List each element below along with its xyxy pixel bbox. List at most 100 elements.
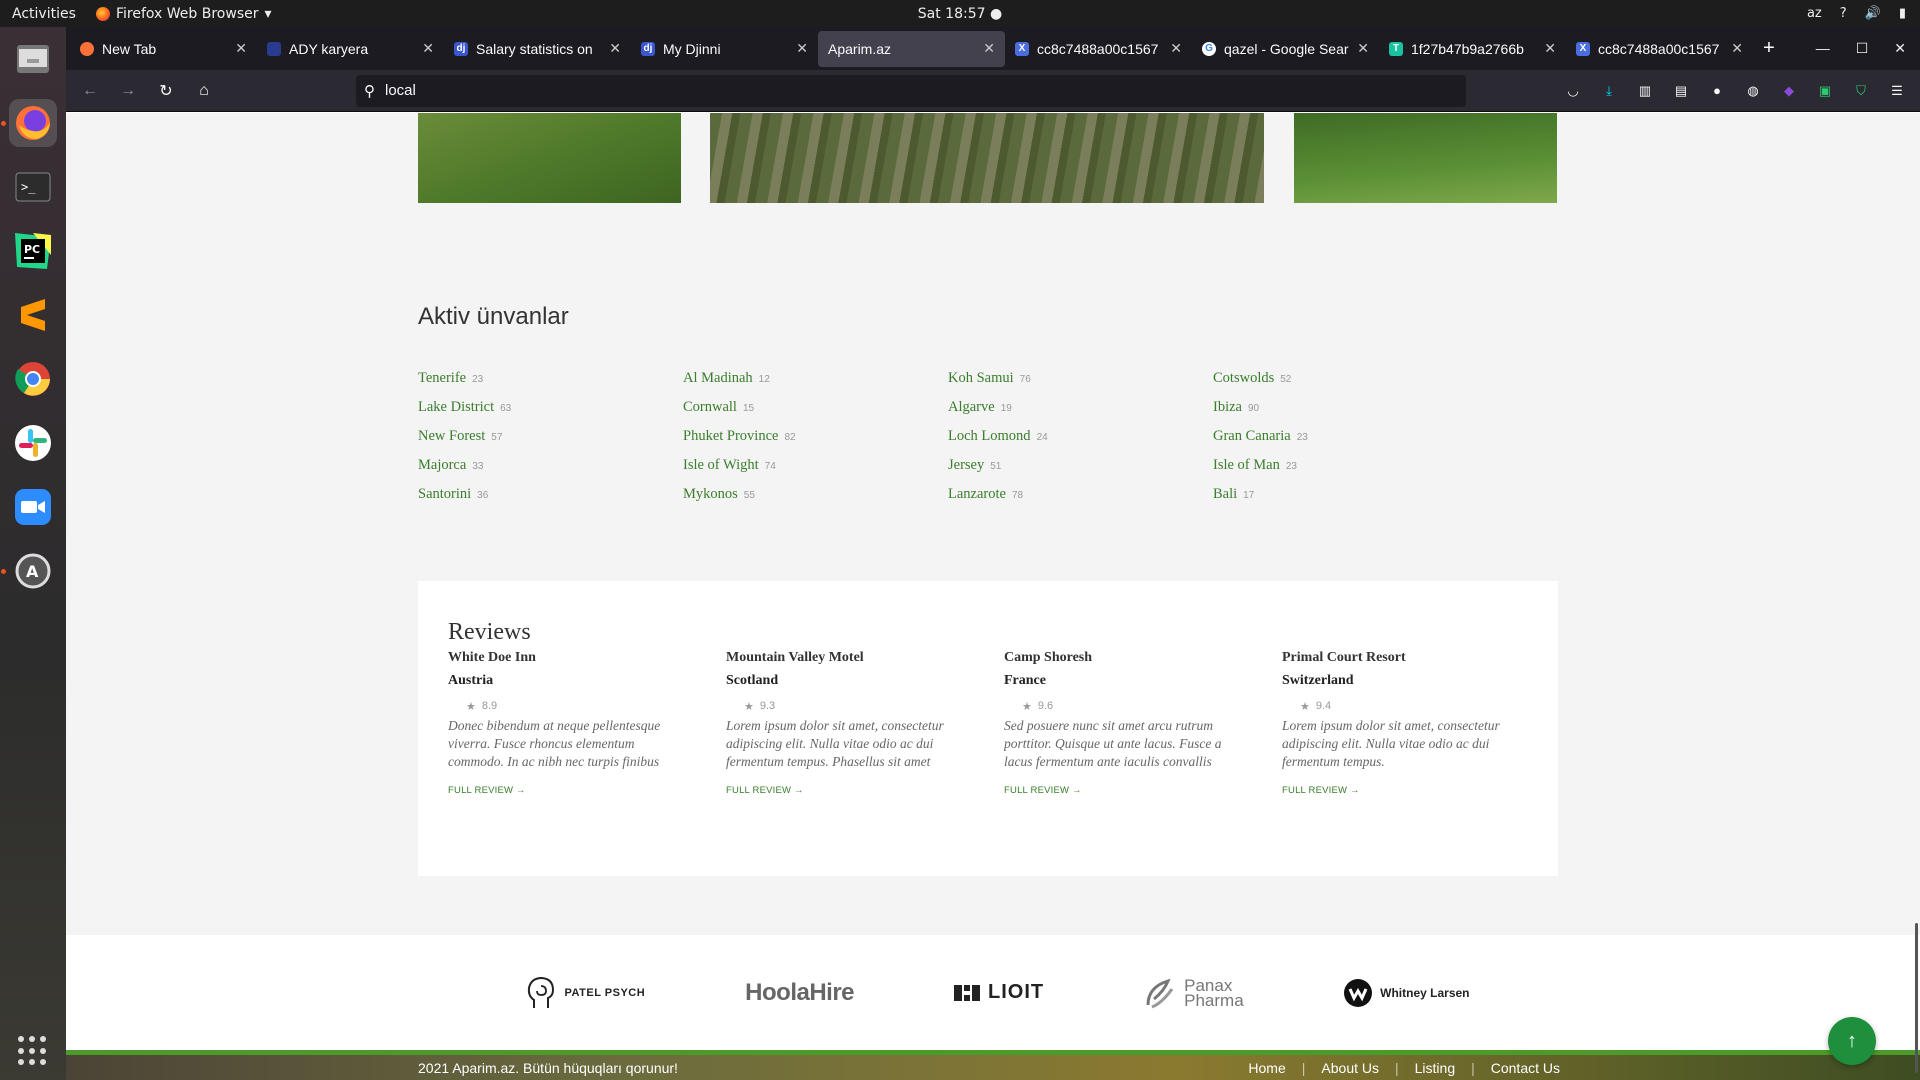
partner-logo-hoolahire[interactable]: HoolaHire	[745, 979, 854, 1007]
close-icon[interactable]: ✕	[983, 40, 995, 57]
reload-button[interactable]: ↻	[150, 75, 182, 107]
sublime-app-icon[interactable]	[9, 291, 57, 339]
navigation-toolbar: ← → ↻ ⌂ ⚲ local ◡ ⤓ ▥ ▤ ● ◍ ◆ ▣ ⛉ ☰	[66, 70, 1920, 112]
zoom-app-icon[interactable]	[9, 483, 57, 531]
partner-logo-patel-psych[interactable]: PATEL PSYCH	[526, 976, 645, 1010]
extension-u-icon[interactable]: ●	[1706, 80, 1728, 102]
pocket-icon[interactable]: ◡	[1562, 80, 1584, 102]
show-applications-icon[interactable]	[18, 1036, 48, 1066]
extension-mask-icon[interactable]: ◍	[1742, 80, 1764, 102]
tab-cc8c7488-2[interactable]: X cc8c7488a00c1567 ✕	[1566, 31, 1753, 67]
scroll-to-top-button[interactable]: ↑	[1828, 1017, 1876, 1065]
destination-link[interactable]: Santorini 36	[418, 486, 683, 504]
destination-link[interactable]: Cornwall 15	[683, 399, 948, 417]
tab-ady-karyera[interactable]: ADY karyera ✕	[257, 31, 444, 67]
partner-logo-panax-pharma[interactable]: Panax Pharma	[1144, 977, 1244, 1009]
close-icon[interactable]: ✕	[235, 40, 247, 57]
files-app-icon[interactable]	[9, 35, 57, 83]
extension-purple-icon[interactable]: ◆	[1778, 80, 1800, 102]
tab-1f27b47b[interactable]: T 1f27b47b9a2766b ✕	[1379, 31, 1566, 67]
destination-link[interactable]: Tenerife 23	[418, 370, 683, 388]
app-menu[interactable]: Firefox Web Browser ▾	[96, 6, 272, 22]
slack-app-icon[interactable]	[9, 419, 57, 467]
volume-icon[interactable]: 🔊	[1865, 6, 1881, 21]
close-icon[interactable]: ✕	[1544, 40, 1556, 57]
destination-link[interactable]: Loch Lomond 24	[948, 428, 1213, 446]
terminal-app-icon[interactable]: >_	[9, 163, 57, 211]
destination-link[interactable]: Cotswolds 52	[1213, 370, 1478, 388]
footer-link-about-us[interactable]: About Us	[1321, 1060, 1379, 1076]
language-indicator[interactable]: az	[1807, 6, 1822, 21]
review-hotel-name[interactable]: White Doe Inn	[448, 650, 726, 673]
forward-button[interactable]: →	[112, 75, 144, 107]
tab-cc8c7488-1[interactable]: X cc8c7488a00c1567 ✕	[1005, 31, 1192, 67]
partner-logo-whitney-larsen[interactable]: Whitney Larsen	[1344, 978, 1470, 1007]
new-tab-button[interactable]: +	[1753, 37, 1785, 60]
destination-image-1[interactable]	[418, 113, 681, 203]
footer-link-contact-us[interactable]: Contact Us	[1491, 1060, 1560, 1076]
destination-image-3[interactable]	[1294, 113, 1557, 203]
clock[interactable]: Sat 18:57	[918, 6, 986, 22]
close-icon[interactable]: ✕	[1170, 40, 1182, 57]
destination-link[interactable]: Bali 17	[1213, 486, 1478, 504]
sidebar-icon[interactable]: ▤	[1670, 80, 1692, 102]
extension-2b-icon[interactable]: ▣	[1814, 80, 1836, 102]
close-icon[interactable]: ✕	[1731, 40, 1743, 57]
full-review-link[interactable]: FULL REVIEW →	[448, 785, 726, 796]
extension-shield-icon[interactable]: ⛉	[1850, 80, 1872, 102]
software-updater-app-icon[interactable]: A	[1, 547, 57, 595]
tab-google-search[interactable]: G qazel - Google Sear ✕	[1192, 31, 1379, 67]
destination-link[interactable]: Koh Samui 76	[948, 370, 1213, 388]
destination-link[interactable]: Ibiza 90	[1213, 399, 1478, 417]
destination-link[interactable]: New Forest 57	[418, 428, 683, 446]
pycharm-app-icon[interactable]: PC	[9, 227, 57, 275]
destination-link[interactable]: Mykonos 55	[683, 486, 948, 504]
destination-link[interactable]: Phuket Province 82	[683, 428, 948, 446]
close-icon[interactable]: ✕	[1357, 40, 1369, 57]
minimize-icon[interactable]: —	[1816, 40, 1830, 57]
destination-link[interactable]: Gran Canaria 23	[1213, 428, 1478, 446]
tab-salary-statistics[interactable]: dj Salary statistics on ✕	[444, 31, 631, 67]
review-hotel-name[interactable]: Mountain Valley Motel	[726, 650, 1004, 673]
destination-link[interactable]: Jersey 51	[948, 457, 1213, 475]
footer-link-listing[interactable]: Listing	[1415, 1060, 1455, 1076]
destination-link[interactable]: Isle of Man 23	[1213, 457, 1478, 475]
close-icon[interactable]: ✕	[422, 40, 434, 57]
back-button[interactable]: ←	[74, 75, 106, 107]
chrome-app-icon[interactable]	[9, 355, 57, 403]
tab-aparim[interactable]: Aparim.az ✕	[818, 30, 1005, 67]
destination-link[interactable]: Lake District 63	[418, 399, 683, 417]
review-hotel-name[interactable]: Camp Shoresh	[1004, 650, 1282, 673]
close-icon[interactable]: ✕	[609, 40, 621, 57]
star-icon: ★	[744, 700, 754, 713]
full-review-link[interactable]: FULL REVIEW →	[1282, 785, 1560, 796]
destination-link[interactable]: Al Madinah 12	[683, 370, 948, 388]
download-icon[interactable]: ⤓	[1598, 80, 1620, 102]
destination-link[interactable]: Lanzarote 78	[948, 486, 1213, 504]
footer-link-home[interactable]: Home	[1248, 1060, 1285, 1076]
menu-icon[interactable]: ☰	[1886, 80, 1908, 102]
full-review-link[interactable]: FULL REVIEW →	[1004, 785, 1282, 796]
review-hotel-name[interactable]: Primal Court Resort	[1282, 650, 1560, 673]
help-icon[interactable]: ?	[1840, 6, 1847, 21]
firefox-app-icon[interactable]	[1, 99, 57, 147]
full-review-link[interactable]: FULL REVIEW →	[726, 785, 1004, 796]
battery-icon[interactable]: ▮	[1899, 6, 1906, 21]
destination-count: 15	[742, 403, 755, 414]
maximize-icon[interactable]: ☐	[1856, 40, 1869, 57]
close-icon[interactable]: ✕	[796, 40, 808, 57]
page-scrollbar[interactable]	[1915, 923, 1918, 1073]
destination-image-2[interactable]	[710, 113, 1264, 203]
destination-link[interactable]: Isle of Wight 74	[683, 457, 948, 475]
tab-new-tab[interactable]: New Tab ✕	[70, 31, 257, 67]
partner-logo-lioit[interactable]: LIOIT	[954, 981, 1044, 1004]
url-text[interactable]: local	[385, 82, 416, 99]
url-bar[interactable]: ⚲ local	[356, 74, 1466, 107]
close-window-icon[interactable]: ✕	[1894, 40, 1906, 57]
library-icon[interactable]: ▥	[1634, 80, 1656, 102]
home-button[interactable]: ⌂	[188, 75, 220, 107]
destination-link[interactable]: Algarve 19	[948, 399, 1213, 417]
activities-button[interactable]: Activities	[0, 6, 96, 22]
tab-my-djinni[interactable]: dj My Djinni ✕	[631, 31, 818, 67]
destination-link[interactable]: Majorca 33	[418, 457, 683, 475]
